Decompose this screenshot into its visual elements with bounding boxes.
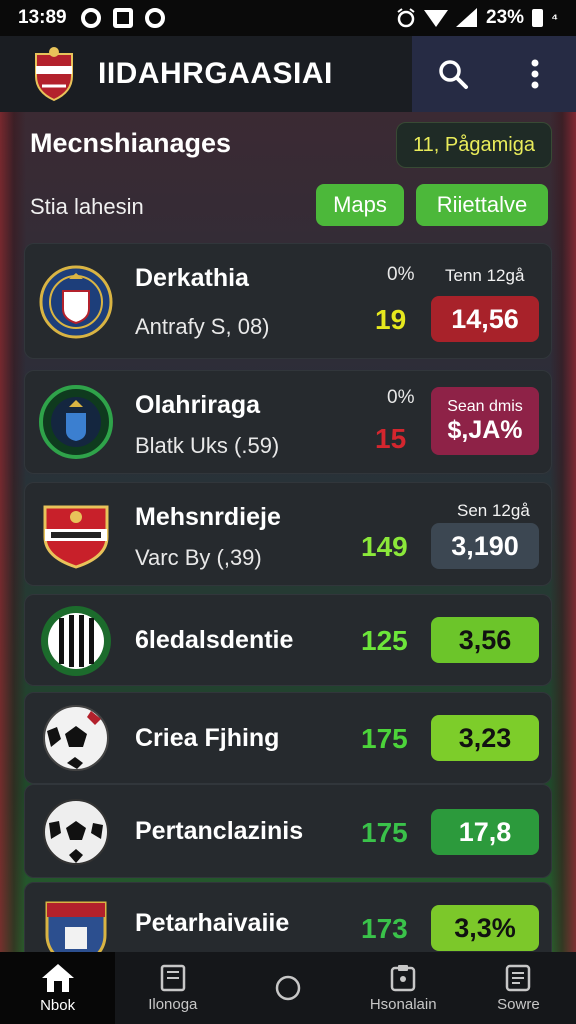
match-value: 149 <box>361 531 408 562</box>
team-crest-icon <box>39 265 113 339</box>
odds-value: $,JA% <box>447 415 523 444</box>
team-detail: Blatk Uks (.59) <box>135 433 280 458</box>
team-name: Mehsnrdieje <box>135 503 281 531</box>
nav-label: Sowre <box>497 995 540 1013</box>
more-vertical-icon <box>531 59 539 89</box>
nav-home[interactable]: Nbok <box>0 952 116 1024</box>
notification-dot-icon <box>144 8 165 28</box>
match-value: 175 <box>361 817 408 848</box>
odds-button[interactable]: Sean dmis $,JA% <box>431 387 539 455</box>
football-icon <box>43 799 109 865</box>
match-card[interactable]: Criea Fjhing 175 3,23 <box>24 692 552 784</box>
more-menu-button[interactable] <box>511 50 559 98</box>
odds-button[interactable]: 14,56 <box>431 296 539 342</box>
battery-percent: 23% <box>486 7 525 28</box>
match-value: 175 <box>361 723 408 754</box>
team-name: Criea Fjhing <box>135 724 280 752</box>
clipboard-icon <box>390 964 416 991</box>
match-value: 173 <box>361 913 408 944</box>
maps-button[interactable]: Maps <box>316 184 404 226</box>
signal-icon <box>456 8 478 27</box>
main-content: Mecnshianages 11, Pågamiga Stia lahesin … <box>0 112 576 969</box>
notification-square-icon <box>112 8 133 28</box>
nav-center[interactable] <box>230 952 345 1024</box>
receipt-icon <box>506 964 531 991</box>
team-name: Derkathia <box>135 264 249 292</box>
match-value: 125 <box>361 625 408 656</box>
percent-label: 0% <box>387 264 415 285</box>
book-icon <box>160 964 186 991</box>
team-name: Petarhaivaiie <box>135 909 290 937</box>
circle-icon <box>275 975 301 1001</box>
nav-label: Nbok <box>40 996 76 1014</box>
matchday-chip[interactable]: 11, Pågamiga <box>396 122 552 168</box>
team-crest-icon <box>41 606 111 676</box>
team-name: Olahriraga <box>135 391 261 419</box>
odds-header: Sen 12gå <box>457 501 530 520</box>
bottom-navigation: Nbok Ilonoga Hsonalain Sowre <box>0 952 576 1024</box>
app-bar-actions <box>412 36 576 112</box>
match-card[interactable]: Pertanclazinis 175 17,8 <box>24 784 552 878</box>
battery-icon <box>532 9 544 27</box>
team-crest-icon <box>39 385 113 459</box>
team-detail: Varc By (,39) <box>135 545 262 570</box>
odds-header: Tenn 12gå <box>445 266 525 285</box>
nav-library[interactable]: Ilonoga <box>115 952 230 1024</box>
club-crest-logo <box>35 47 73 102</box>
wifi-icon <box>424 10 449 27</box>
relative-button[interactable]: Riiettalve <box>416 184 548 226</box>
team-detail: Antrafy S, 08) <box>135 314 270 339</box>
team-name: Pertanclazinis <box>135 817 304 845</box>
percent-label: 0% <box>387 387 415 408</box>
odds-button[interactable]: 3,56 <box>431 617 539 663</box>
odds-header: Sean dmis <box>447 397 523 415</box>
match-card[interactable]: Derkathia Antrafy S, 08) 0% Tenn 12gå 19… <box>24 243 552 359</box>
app-title: IIDAHRGAASIAI <box>98 57 333 90</box>
odds-button[interactable]: 3,3% <box>431 905 539 951</box>
match-card[interactable]: 6ledalsdentie 125 3,56 <box>24 594 552 686</box>
team-crest-icon <box>43 505 109 569</box>
status-right: 23% ⁴ <box>396 7 558 29</box>
status-bar: 13:89 23% ⁴ <box>0 0 576 36</box>
page-subtitle: Stia lahesin <box>30 194 144 219</box>
app-bar: IIDAHRGAASIAI <box>0 36 576 112</box>
page-title: Mecnshianages <box>30 128 232 158</box>
match-card[interactable]: Olahriraga Blatk Uks (.59) 0% 15 Sean dm… <box>24 370 552 474</box>
nav-score[interactable]: Sowre <box>461 952 576 1024</box>
nav-label: Ilonoga <box>148 995 198 1013</box>
notification-icon <box>80 8 101 28</box>
odds-button[interactable]: 17,8 <box>431 809 539 855</box>
signal-extra-icon: ⁴ <box>551 10 558 26</box>
nav-label: Hsonalain <box>369 995 437 1013</box>
match-card[interactable]: Mehsnrdieje Varc By (,39) Sen 12gå 149 3… <box>24 482 552 586</box>
status-time: 13:89 <box>18 7 67 28</box>
match-value: 19 <box>375 304 407 335</box>
match-value: 15 <box>375 423 407 454</box>
team-name: 6ledalsdentie <box>135 626 294 654</box>
search-icon <box>439 60 468 89</box>
nav-schedule[interactable]: Hsonalain <box>346 952 461 1024</box>
odds-button[interactable]: 3,190 <box>431 523 539 569</box>
search-button[interactable] <box>429 50 477 98</box>
odds-button[interactable]: 3,23 <box>431 715 539 761</box>
football-icon <box>43 705 109 771</box>
home-icon <box>41 963 74 992</box>
alarm-icon <box>397 8 415 28</box>
